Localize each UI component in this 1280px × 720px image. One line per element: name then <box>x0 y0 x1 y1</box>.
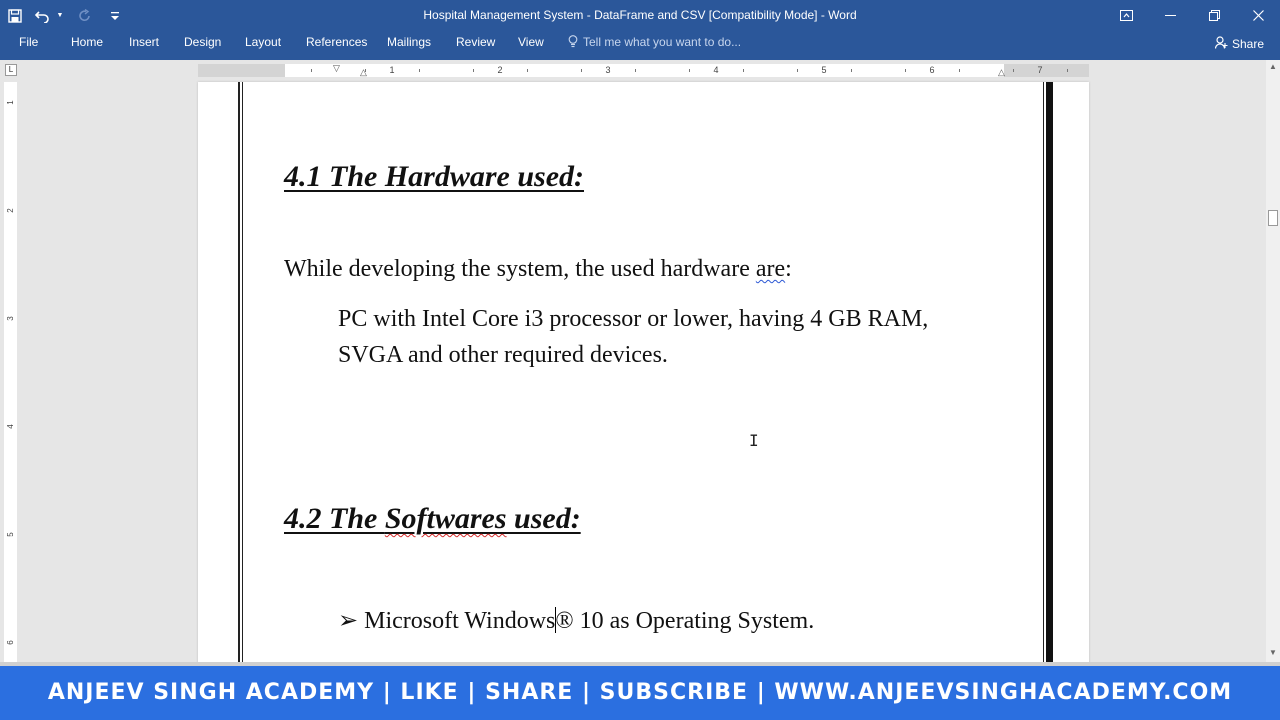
ruler-mark: 3 <box>605 65 611 75</box>
scroll-up-icon[interactable]: ▲ <box>1266 60 1280 74</box>
ruler-tick <box>851 69 852 72</box>
close-icon[interactable] <box>1236 0 1280 31</box>
minimize-icon[interactable] <box>1148 0 1192 31</box>
text-run: Microsoft Windows <box>358 608 556 634</box>
first-line-indent-marker[interactable]: ▽ <box>333 63 340 74</box>
undo-icon[interactable] <box>30 0 54 31</box>
ruler-mark: 4 <box>713 65 719 75</box>
spelling-flagged-word: Softwares <box>384 502 507 535</box>
ruler-mark: 1 <box>389 65 395 75</box>
tab-insert[interactable]: Insert <box>129 31 159 60</box>
document-page[interactable]: 4.1 The Hardware used: While developing … <box>198 82 1089 662</box>
ruler-mark: 6 <box>929 65 935 75</box>
ruler-tick <box>1067 69 1068 72</box>
ruler-tick <box>635 69 636 72</box>
ruler-tick <box>905 69 906 72</box>
ruler-tick <box>311 69 312 72</box>
tab-view[interactable]: View <box>518 31 544 60</box>
vertical-ruler-mark: 4 <box>6 424 15 429</box>
paragraph-hardware-line-1[interactable]: PC with Intel Core i3 processor or lower… <box>338 306 928 333</box>
grammar-flagged-word: are <box>755 256 786 282</box>
ruler-tick <box>419 69 420 72</box>
vertical-scrollbar[interactable]: ▲ ▼ <box>1266 60 1280 662</box>
page-border-left <box>238 82 243 662</box>
quick-access-toolbar: ▼ <box>0 0 126 31</box>
hanging-indent-marker[interactable]: △ <box>360 67 367 78</box>
text-run: 4.2 The <box>284 502 385 535</box>
ribbon-display-options-icon[interactable] <box>1104 0 1148 31</box>
ribbon-tab-bar: File Home Insert Design Layout Reference… <box>0 31 1280 60</box>
ruler-mark: 2 <box>497 65 503 75</box>
document-canvas[interactable]: 4.1 The Hardware used: While developing … <box>20 80 1266 662</box>
customize-qat-icon[interactable] <box>104 0 126 31</box>
undo-dropdown-icon[interactable]: ▼ <box>54 0 66 31</box>
vertical-ruler-mark: 6 <box>6 640 15 645</box>
page-border-right <box>1046 82 1053 662</box>
title-bar: ▼ Hospital Management System - DataFrame… <box>0 0 1280 31</box>
right-indent-marker[interactable]: △ <box>998 67 1005 78</box>
tab-references[interactable]: References <box>306 31 367 60</box>
bullet-item-windows[interactable]: ➢ Microsoft Windows® 10 as Operating Sys… <box>338 606 814 635</box>
tab-stop-selector[interactable]: L <box>5 64 17 76</box>
ruler-tick <box>473 69 474 72</box>
bullet-arrow-icon: ➢ <box>338 608 359 634</box>
tab-design[interactable]: Design <box>184 31 221 60</box>
tab-layout[interactable]: Layout <box>245 31 281 60</box>
window-title: Hospital Management System - DataFrame a… <box>423 8 857 22</box>
ruler-bar: L 1 2 3 4 5 6 7 ▽ △ △ <box>0 60 1266 80</box>
ruler-tick <box>1013 69 1014 72</box>
text-run: While developing the system, the used ha… <box>284 256 756 282</box>
vertical-ruler[interactable]: 1 2 3 4 5 6 <box>4 82 17 662</box>
ruler-text-area: 1 2 3 4 5 6 7 <box>285 64 1068 77</box>
ruler-tick <box>581 69 582 72</box>
vertical-ruler-mark: 3 <box>6 316 15 321</box>
text-run: : <box>785 256 792 282</box>
ruler-tick <box>689 69 690 72</box>
tab-review[interactable]: Review <box>456 31 495 60</box>
window-controls <box>1104 0 1280 31</box>
promo-banner: ANJEEV SINGH ACADEMY | LIKE | SHARE | SU… <box>0 666 1280 720</box>
ruler-tick <box>743 69 744 72</box>
vertical-ruler-mark: 5 <box>6 532 15 537</box>
restore-icon[interactable] <box>1192 0 1236 31</box>
heading-hardware[interactable]: 4.1 The Hardware used: <box>284 160 584 194</box>
horizontal-ruler[interactable]: 1 2 3 4 5 6 7 ▽ △ △ <box>198 63 1089 78</box>
ruler-tick <box>527 69 528 72</box>
tab-file[interactable]: File <box>19 31 38 60</box>
save-icon[interactable] <box>0 0 30 31</box>
page-border-right-inner <box>1043 82 1044 662</box>
text-run: used: <box>506 502 581 535</box>
text-run: ® 10 as Operating System. <box>555 608 815 634</box>
paragraph-hardware-line-2[interactable]: SVGA and other required devices. <box>338 342 668 369</box>
ruler-tick <box>959 69 960 72</box>
tab-home[interactable]: Home <box>71 31 103 60</box>
ruler-tick <box>797 69 798 72</box>
vertical-ruler-mark: 1 <box>6 100 15 105</box>
redo-icon[interactable] <box>66 0 104 31</box>
word-window: ▼ Hospital Management System - DataFrame… <box>0 0 1280 720</box>
ibeam-cursor-icon: I <box>749 431 759 450</box>
ruler-mark: 5 <box>821 65 827 75</box>
scroll-down-icon[interactable]: ▼ <box>1266 646 1280 660</box>
share-button[interactable]: Share <box>1214 34 1264 54</box>
ruler-mark: 7 <box>1037 65 1043 75</box>
vertical-ruler-mark: 2 <box>6 208 15 213</box>
paragraph-hardware-intro[interactable]: While developing the system, the used ha… <box>284 256 792 283</box>
share-label: Share <box>1231 37 1264 51</box>
scroll-thumb[interactable] <box>1268 210 1278 226</box>
tell-me-box[interactable]: Tell me what you want to do... <box>568 31 741 60</box>
tell-me-placeholder: Tell me what you want to do... <box>583 35 742 49</box>
heading-software[interactable]: 4.2 The Softwares used: <box>284 502 581 536</box>
tab-mailings[interactable]: Mailings <box>387 31 431 60</box>
lightbulb-icon <box>568 31 578 53</box>
person-icon <box>1214 36 1228 52</box>
